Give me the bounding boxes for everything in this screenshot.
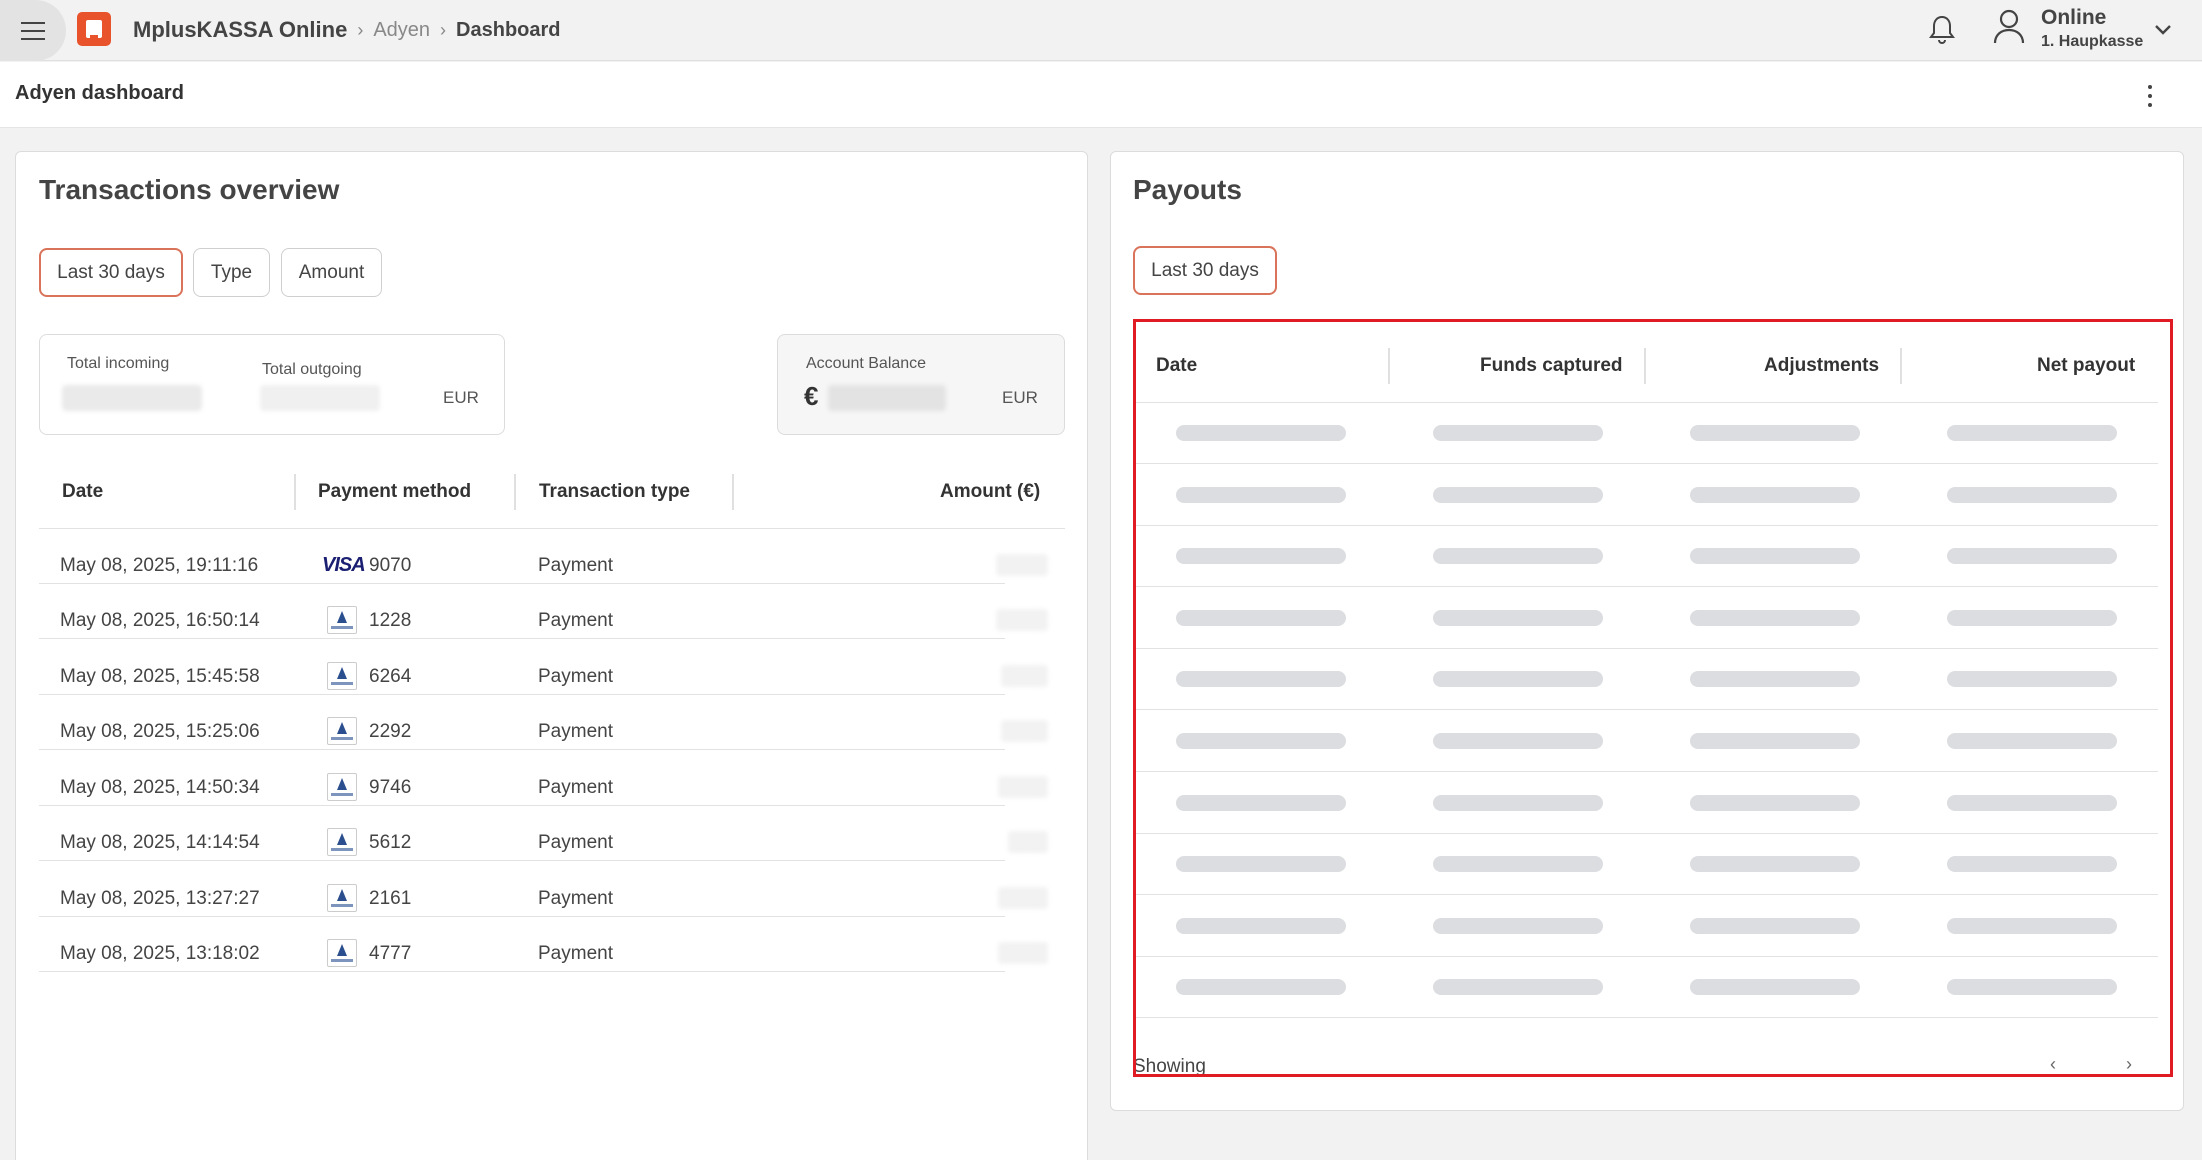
row-amount [998, 776, 1048, 798]
total-outgoing-value [260, 385, 380, 411]
total-incoming-label: Total incoming [67, 355, 170, 372]
breadcrumb-app[interactable]: MplusKASSA Online [133, 17, 347, 43]
filter-last-30-days[interactable]: Last 30 days [39, 248, 183, 297]
bell-icon[interactable] [1928, 14, 1956, 46]
row-card: 2292 [369, 721, 412, 742]
payouts-filter-last-30-days[interactable]: Last 30 days [1133, 246, 1277, 295]
row-amount [996, 609, 1048, 631]
row-amount [1008, 831, 1048, 853]
row-type: Payment [538, 610, 613, 631]
more-options-icon[interactable] [2140, 82, 2160, 110]
girocard-icon [327, 828, 357, 856]
girocard-icon [327, 773, 357, 801]
visa-icon: VISA [322, 554, 366, 576]
account-balance-value [828, 385, 946, 411]
account-balance-card: Account Balance € EUR [777, 334, 1065, 435]
chevron-down-icon[interactable] [2152, 18, 2174, 40]
chevron-right-icon: › [440, 19, 447, 40]
row-amount [1001, 720, 1048, 742]
row-card: 4777 [369, 943, 412, 964]
row-type: Payment [538, 777, 613, 798]
sub-header: Adyen dashboard [0, 62, 2202, 128]
row-type: Payment [538, 555, 613, 576]
register-name: 1. Haupkasse [2041, 33, 2144, 50]
col-payment-method[interactable]: Payment method [318, 481, 471, 503]
menu-button[interactable] [0, 0, 66, 61]
filter-type[interactable]: Type [193, 248, 270, 297]
row-date: May 08, 2025, 14:50:34 [60, 777, 260, 798]
row-date: May 08, 2025, 16:50:14 [60, 610, 260, 631]
app-logo[interactable] [77, 12, 111, 46]
breadcrumb-adyen[interactable]: Adyen [373, 19, 430, 42]
col-divider [732, 474, 734, 510]
row-date: May 08, 2025, 14:14:54 [60, 832, 260, 853]
row-divider [39, 860, 1005, 861]
col-transaction-type[interactable]: Transaction type [539, 481, 690, 503]
row-divider [39, 638, 1005, 639]
row-type: Payment [538, 832, 613, 853]
girocard-icon [327, 717, 357, 745]
euro-symbol: € [804, 381, 819, 411]
highlight-box [1133, 319, 2173, 1077]
breadcrumb: MplusKASSA Online › Adyen › Dashboard [133, 16, 561, 44]
girocard-icon [327, 606, 357, 634]
page-title: Adyen dashboard [15, 82, 184, 104]
row-divider [39, 583, 1005, 584]
row-type: Payment [538, 943, 613, 964]
row-card: 9070 [369, 555, 412, 576]
row-date: May 08, 2025, 13:27:27 [60, 888, 260, 909]
user-icon[interactable] [1992, 8, 2026, 44]
total-outgoing-label: Total outgoing [262, 361, 362, 378]
row-card: 2161 [369, 888, 412, 909]
row-amount [998, 887, 1048, 909]
totals-card: Total incoming Total outgoing EUR [39, 334, 505, 435]
row-card: 9746 [369, 777, 412, 798]
filter-amount[interactable]: Amount [281, 248, 382, 297]
top-bar: MplusKASSA Online › Adyen › Dashboard On… [0, 0, 2202, 61]
row-date: May 08, 2025, 15:25:06 [60, 721, 260, 742]
transactions-title: Transactions overview [39, 174, 340, 205]
row-type: Payment [538, 888, 613, 909]
hamburger-icon [21, 21, 45, 40]
girocard-icon [327, 662, 357, 690]
row-divider [39, 805, 1005, 806]
row-date: May 08, 2025, 13:18:02 [60, 943, 260, 964]
row-amount [998, 942, 1048, 964]
totals-currency: EUR [443, 388, 479, 407]
row-card: 5612 [369, 832, 412, 853]
user-menu[interactable]: Online 1. Haupkasse [2041, 6, 2143, 51]
row-type: Payment [538, 721, 613, 742]
col-divider [294, 474, 296, 510]
girocard-icon [327, 939, 357, 967]
col-amount[interactable]: Amount (€) [940, 481, 1040, 503]
row-divider [39, 916, 1005, 917]
row-card: 1228 [369, 610, 412, 631]
row-amount [1001, 665, 1048, 687]
payouts-title: Payouts [1133, 174, 1242, 205]
breadcrumb-current: Dashboard [456, 18, 561, 41]
row-amount [996, 554, 1048, 576]
row-date: May 08, 2025, 19:11:16 [60, 555, 259, 576]
row-divider [39, 694, 1005, 695]
girocard-icon [327, 884, 357, 912]
row-type: Payment [538, 666, 613, 687]
chevron-right-icon: › [357, 19, 364, 40]
total-incoming-value [62, 385, 202, 411]
header-divider [39, 528, 1065, 529]
row-card: 6264 [369, 666, 412, 687]
row-date: May 08, 2025, 15:45:58 [60, 666, 260, 687]
col-date[interactable]: Date [62, 481, 103, 503]
account-balance-label: Account Balance [806, 355, 927, 372]
row-divider [39, 971, 1005, 972]
row-divider [39, 749, 1005, 750]
col-divider [514, 474, 516, 510]
balance-currency: EUR [1002, 388, 1038, 407]
transactions-panel: Transactions overview Last 30 days Type … [15, 151, 1088, 1160]
user-status: Online [2041, 6, 2107, 29]
